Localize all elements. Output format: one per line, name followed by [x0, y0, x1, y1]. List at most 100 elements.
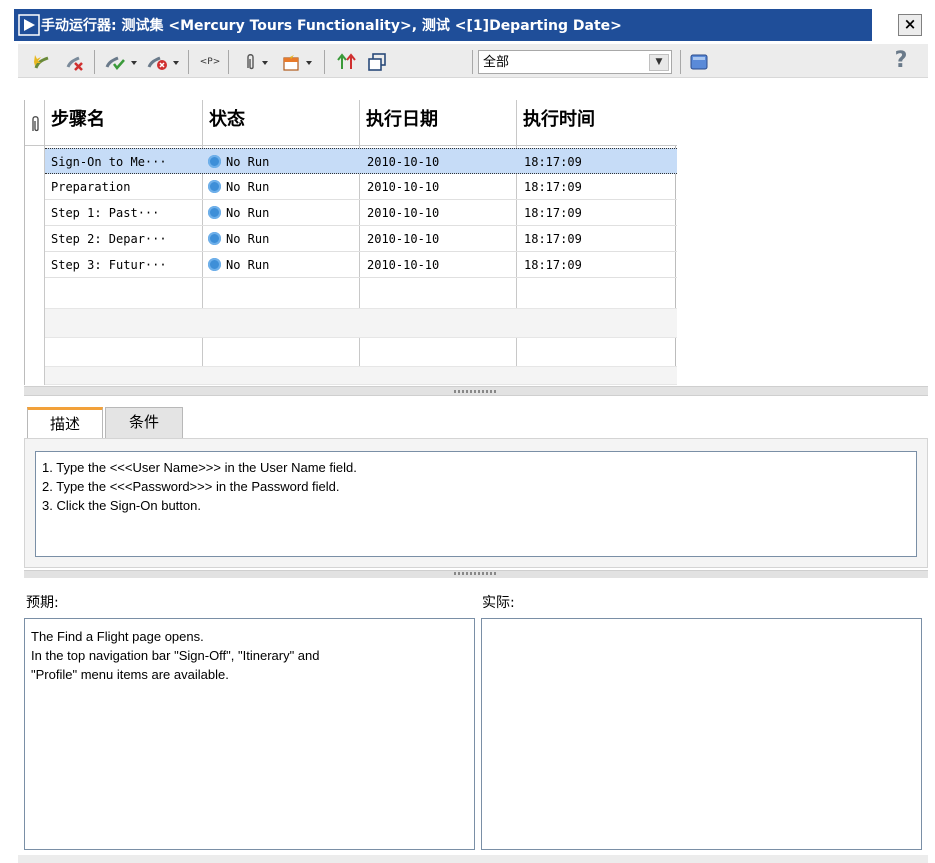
- new-run-button[interactable]: [30, 51, 56, 73]
- description-line: 1. Type the <<<User Name>>> in the User …: [42, 460, 357, 475]
- status-text: No Run: [226, 206, 270, 220]
- no-run-icon: [208, 155, 221, 168]
- grip-icon: [454, 390, 498, 393]
- sort-arrows-icon: [337, 53, 356, 69]
- exec-date-cell: 2010-10-10: [367, 155, 440, 169]
- restore-icon: [368, 53, 386, 71]
- table-row[interactable]: Step 1: Past··· No Run 2010-10-10 18:17:…: [45, 200, 677, 226]
- status-cell: No Run: [208, 174, 358, 200]
- parameters-icon: <P>: [199, 57, 221, 67]
- attachment-column-icon: [32, 116, 39, 132]
- new-step-icon: [34, 55, 49, 69]
- grid-header: 步骤名 状态 执行日期 执行时间: [25, 100, 677, 146]
- exec-time-cell: 18:17:09: [524, 232, 582, 246]
- no-run-icon: [208, 258, 221, 271]
- expected-line: The Find a Flight page opens.: [31, 629, 204, 644]
- description-text[interactable]: 1. Type the <<<User Name>>> in the User …: [35, 451, 917, 557]
- help-button[interactable]: ?: [890, 48, 912, 74]
- tab-conditions[interactable]: 条件: [105, 407, 183, 438]
- table-row[interactable]: Preparation No Run 2010-10-10 18:17:09: [45, 174, 677, 200]
- table-row[interactable]: Step 3: Futur··· No Run 2010-10-10 18:17…: [45, 252, 677, 278]
- delete-button[interactable]: [62, 51, 88, 73]
- actual-text[interactable]: [481, 618, 922, 850]
- toolbar-separator: [94, 50, 95, 74]
- description-panel: 1. Type the <<<User Name>>> in the User …: [24, 438, 928, 568]
- step-name-cell: Step 2: Depar···: [51, 232, 167, 246]
- exec-time-cell: 18:17:09: [524, 206, 582, 220]
- restore-window-button[interactable]: [364, 51, 390, 73]
- toolbar-separator: [680, 50, 681, 74]
- bottom-edge: [18, 855, 928, 863]
- expected-line: "Profile" menu items are available.: [31, 667, 229, 682]
- help-icon: ?: [894, 48, 908, 73]
- exec-time-cell: 18:17:09: [524, 258, 582, 272]
- filter-selected-value: 全部: [483, 55, 510, 70]
- toolbar: <P> 全部 ▼ ?: [18, 44, 928, 78]
- paperclip-icon: [247, 54, 268, 70]
- expected-label: 预期:: [26, 595, 59, 611]
- status-text: No Run: [226, 180, 270, 194]
- grip-icon: [454, 572, 498, 575]
- column-header-step-name[interactable]: 步骤名: [45, 100, 203, 146]
- defect-icon: [283, 53, 312, 71]
- pass-icon: [105, 56, 137, 70]
- description-line: 2. Type the <<<Password>>> in the Passwo…: [42, 479, 340, 494]
- parameters-button[interactable]: <P>: [196, 51, 224, 73]
- step-name-cell: Step 1: Past···: [51, 206, 160, 220]
- status-text: No Run: [226, 232, 270, 246]
- empty-row: [45, 367, 677, 385]
- pass-selected-button[interactable]: [102, 51, 142, 73]
- no-run-icon: [208, 180, 221, 193]
- exec-date-cell: 2010-10-10: [367, 232, 440, 246]
- move-step-button[interactable]: [334, 51, 360, 73]
- actual-label: 实际:: [482, 595, 515, 611]
- layout-button[interactable]: [686, 51, 712, 73]
- empty-row: [45, 280, 677, 309]
- toolbar-separator: [324, 50, 325, 74]
- title-bar: 手动运行器: 测试集 <Mercury Tours Functionality>…: [14, 9, 926, 41]
- status-text: No Run: [226, 155, 270, 169]
- play-icon: [18, 14, 40, 36]
- fail-selected-button[interactable]: [144, 51, 184, 73]
- table-row[interactable]: Sign-On to Me··· No Run 2010-10-10 18:17…: [45, 148, 677, 174]
- filter-dropdown[interactable]: 全部 ▼: [478, 50, 672, 74]
- layout-icon: [690, 54, 708, 70]
- step-name-cell: Step 3: Futur···: [51, 258, 167, 272]
- chevron-down-icon[interactable]: ▼: [649, 54, 669, 71]
- column-header-exec-time[interactable]: 执行时间: [517, 100, 677, 146]
- exec-time-cell: 18:17:09: [524, 155, 582, 169]
- status-text: No Run: [226, 258, 270, 272]
- no-run-icon: [208, 206, 221, 219]
- add-defect-button[interactable]: [278, 51, 318, 73]
- status-cell: No Run: [208, 252, 358, 278]
- toolbar-separator: [472, 50, 473, 74]
- window-title: 手动运行器: 测试集 <Mercury Tours Functionality>…: [41, 18, 622, 34]
- status-cell: No Run: [208, 149, 358, 175]
- expected-text[interactable]: The Find a Flight page opens. In the top…: [24, 618, 475, 850]
- splitter-handle[interactable]: [24, 570, 928, 578]
- table-row[interactable]: Step 2: Depar··· No Run 2010-10-10 18:17…: [45, 226, 677, 252]
- splitter-handle[interactable]: [24, 386, 928, 396]
- attachments-button[interactable]: [236, 51, 276, 73]
- no-run-icon: [208, 232, 221, 245]
- step-name-cell: Preparation: [51, 180, 131, 194]
- exec-time-cell: 18:17:09: [524, 180, 582, 194]
- delete-icon: [66, 56, 83, 71]
- close-button[interactable]: ×: [898, 14, 922, 36]
- description-line: 3. Click the Sign-On button.: [42, 498, 201, 513]
- toolbar-separator: [188, 50, 189, 74]
- exec-date-cell: 2010-10-10: [367, 258, 440, 272]
- expected-line: In the top navigation bar "Sign-Off", "I…: [31, 648, 320, 663]
- status-cell: No Run: [208, 200, 358, 226]
- fail-icon: [147, 56, 179, 70]
- column-header-exec-date[interactable]: 执行日期: [360, 100, 517, 146]
- step-name-cell: Sign-On to Me···: [51, 155, 167, 169]
- steps-grid: 步骤名 状态 执行日期 执行时间 Sign-On to Me··· No Run…: [24, 100, 677, 385]
- column-header-status[interactable]: 状态: [203, 100, 360, 146]
- toolbar-separator: [228, 50, 229, 74]
- tab-description[interactable]: 描述: [27, 407, 103, 438]
- exec-date-cell: 2010-10-10: [367, 180, 440, 194]
- status-cell: No Run: [208, 226, 358, 252]
- empty-row: [45, 309, 677, 338]
- exec-date-cell: 2010-10-10: [367, 206, 440, 220]
